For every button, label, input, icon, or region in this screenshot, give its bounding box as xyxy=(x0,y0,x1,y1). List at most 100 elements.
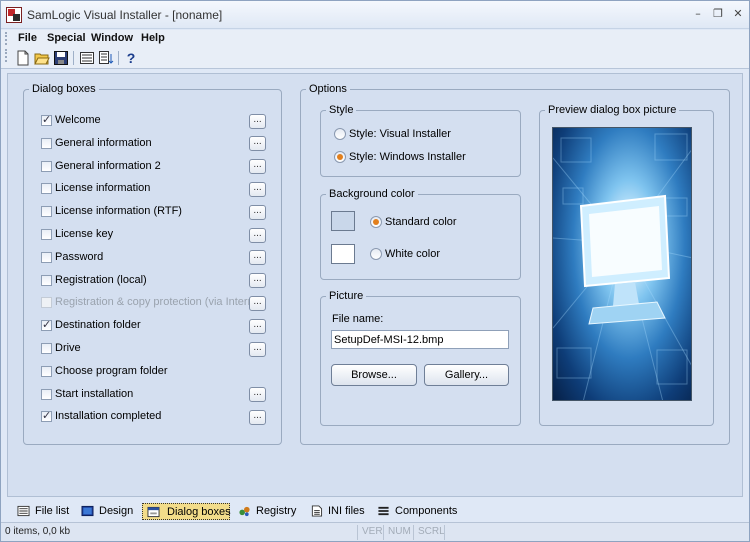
tab-ini-files[interactable]: INI files xyxy=(306,503,366,520)
white-color-radio[interactable] xyxy=(370,248,382,260)
tab-file-list[interactable]: File list xyxy=(13,503,71,520)
toolbar-grip-icon[interactable] xyxy=(5,49,8,62)
menu-bar: File Special Window Help xyxy=(1,30,749,47)
dialog-box-checkbox[interactable] xyxy=(41,206,52,218)
standard-color-radio[interactable] xyxy=(370,216,382,228)
close-button[interactable]: ✕ xyxy=(731,8,745,21)
tab-registry[interactable]: Registry xyxy=(234,503,300,520)
import-icon[interactable] xyxy=(98,50,114,66)
file-list-icon xyxy=(17,505,30,517)
options-legend: Options xyxy=(309,83,347,95)
minimize-button[interactable]: – xyxy=(691,8,705,21)
dialog-box-settings-button[interactable]: ... xyxy=(249,159,266,175)
menu-help[interactable]: Help xyxy=(138,31,168,45)
status-separator xyxy=(413,525,414,540)
help-icon[interactable]: ? xyxy=(123,50,139,66)
dialog-box-item[interactable]: Installation completed xyxy=(41,409,241,425)
dialog-box-checkbox[interactable] xyxy=(41,113,52,126)
dialog-box-item[interactable]: License information xyxy=(41,181,241,197)
dialog-box-item[interactable]: Drive xyxy=(41,341,241,357)
toolbar-separator xyxy=(73,51,74,65)
dialog-box-item[interactable]: General information xyxy=(41,136,241,152)
dialog-box-item[interactable]: Registration & copy protection (via Inte… xyxy=(41,295,267,311)
style-visual-installer-label: Style: Visual Installer xyxy=(349,128,451,140)
dialog-box-label: General information xyxy=(55,136,152,149)
tab-components[interactable]: Components xyxy=(373,503,457,520)
dialog-box-settings-button[interactable]: ... xyxy=(249,409,266,425)
dialog-box-checkbox[interactable] xyxy=(41,229,52,240)
style-visual-installer-option[interactable]: Style: Visual Installer xyxy=(334,127,514,143)
dialog-box-item[interactable]: Choose program folder xyxy=(41,364,241,380)
dialog-box-checkbox[interactable] xyxy=(41,343,52,354)
status-separator xyxy=(357,525,358,540)
dialog-box-item[interactable]: License information (RTF) xyxy=(41,204,241,220)
dialog-box-checkbox[interactable] xyxy=(41,137,52,149)
menu-window[interactable]: Window xyxy=(88,31,136,45)
standard-color-label: Standard color xyxy=(385,216,457,228)
tab-label: Dialog boxes xyxy=(167,506,231,518)
dialog-box-settings-button[interactable]: ... xyxy=(249,295,266,311)
dialog-box-item[interactable]: General information 2 xyxy=(41,159,241,175)
window-title: SamLogic Visual Installer - [noname] xyxy=(27,8,223,22)
menu-grip-icon[interactable] xyxy=(5,32,8,45)
dialog-box-item[interactable]: Start installation xyxy=(41,387,241,403)
components-icon xyxy=(378,506,389,516)
dialog-box-settings-button[interactable]: ... xyxy=(249,250,266,266)
standard-color-swatch[interactable] xyxy=(331,211,355,231)
list-view-icon[interactable] xyxy=(79,50,95,66)
dialog-box-checkbox[interactable] xyxy=(41,318,52,332)
dialog-box-item[interactable]: Destination folder xyxy=(41,318,241,334)
dialog-box-checkbox[interactable] xyxy=(41,251,52,263)
gallery-button[interactable]: Gallery... xyxy=(424,364,509,386)
dialog-box-settings-button[interactable]: ... xyxy=(249,181,266,197)
dialog-box-label: License key xyxy=(55,228,114,240)
file-name-label: File name: xyxy=(332,313,384,325)
style-windows-installer-radio[interactable] xyxy=(334,151,346,163)
background-color-legend: Background color xyxy=(329,188,415,200)
save-icon[interactable] xyxy=(53,50,69,66)
dialog-box-item[interactable]: Registration (local) xyxy=(41,273,241,289)
dialog-box-label: Welcome xyxy=(55,114,101,126)
new-file-icon[interactable] xyxy=(15,50,31,66)
dialog-box-checkbox[interactable] xyxy=(41,365,52,377)
ver-indicator: VER xyxy=(362,526,383,537)
dialog-box-settings-button[interactable]: ... xyxy=(249,204,266,220)
dialog-box-label: Password xyxy=(55,250,104,263)
white-color-option[interactable]: White color xyxy=(370,247,490,263)
restore-button[interactable]: ❐ xyxy=(711,8,725,21)
dialog-box-checkbox[interactable] xyxy=(41,160,52,172)
file-name-input[interactable] xyxy=(331,330,509,349)
style-visual-installer-radio[interactable] xyxy=(334,128,346,140)
dialog-box-checkbox[interactable] xyxy=(41,388,52,400)
browse-button[interactable]: Browse... xyxy=(331,364,417,386)
menu-file[interactable]: File xyxy=(15,31,40,45)
dialog-box-label: Start installation xyxy=(55,387,134,400)
style-windows-installer-option[interactable]: Style: Windows Installer xyxy=(334,150,514,166)
dialog-boxes-icon xyxy=(147,506,160,518)
app-logo-icon[interactable] xyxy=(6,7,22,23)
dialog-box-item[interactable]: License key xyxy=(41,227,241,243)
open-folder-icon[interactable] xyxy=(34,50,50,66)
dialog-box-label: Choose program folder xyxy=(55,364,168,377)
dialog-box-settings-button[interactable]: ... xyxy=(249,136,266,152)
dialog-box-item[interactable]: Welcome xyxy=(41,113,241,129)
dialog-box-checkbox[interactable] xyxy=(41,409,52,423)
title-bar: SamLogic Visual Installer - [noname] – ❐… xyxy=(1,1,749,29)
preview-legend: Preview dialog box picture xyxy=(548,104,677,116)
dialog-box-settings-button[interactable]: ... xyxy=(249,227,266,243)
standard-color-option[interactable]: Standard color xyxy=(370,215,490,231)
dialog-box-checkbox xyxy=(41,297,52,309)
tab-design[interactable]: Design xyxy=(77,503,135,520)
dialog-box-item[interactable]: Password xyxy=(41,250,241,266)
dialog-box-settings-button[interactable]: ... xyxy=(249,318,266,334)
registry-icon xyxy=(239,506,250,517)
dialog-box-settings-button[interactable]: ... xyxy=(249,273,266,289)
dialog-box-settings-button[interactable]: ... xyxy=(249,387,266,403)
dialog-box-settings-button[interactable]: ... xyxy=(249,113,266,129)
dialog-box-checkbox[interactable] xyxy=(41,183,52,195)
tab-dialog-boxes[interactable]: Dialog boxes xyxy=(142,503,231,520)
menu-special[interactable]: Special xyxy=(44,31,89,45)
white-color-swatch[interactable] xyxy=(331,244,355,264)
dialog-box-checkbox[interactable] xyxy=(41,274,52,286)
dialog-box-settings-button[interactable]: ... xyxy=(249,341,266,357)
